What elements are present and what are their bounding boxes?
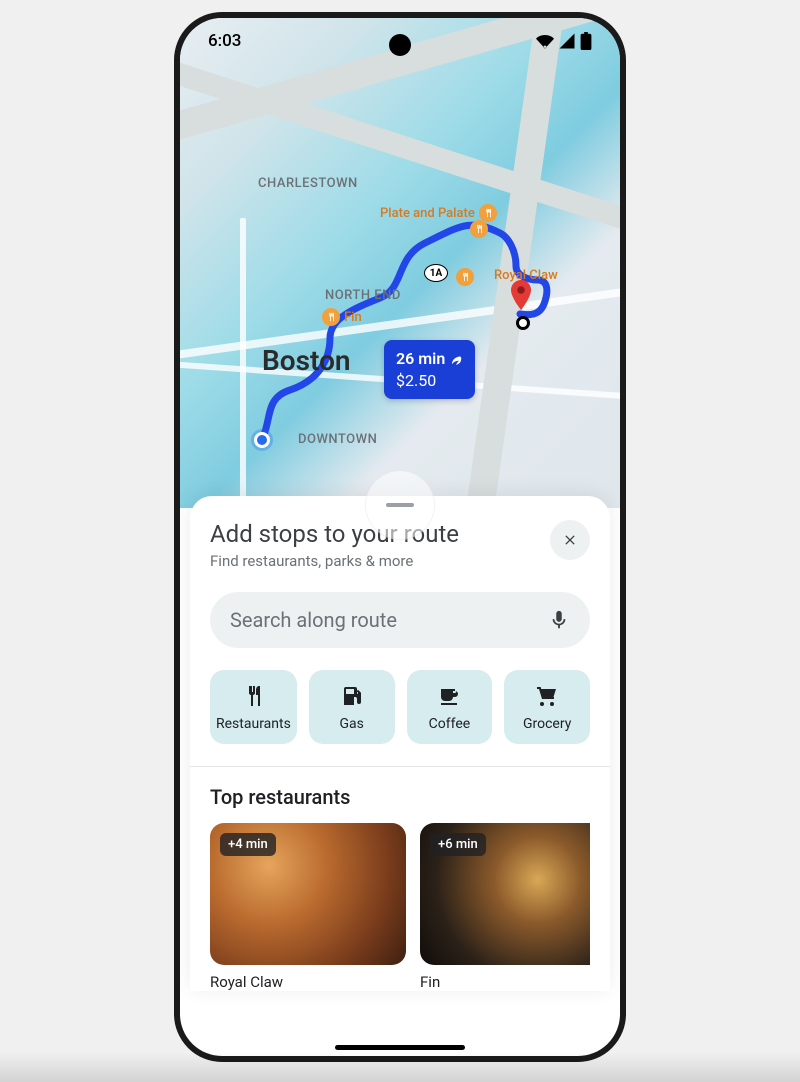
- route-info-card[interactable]: 26 min $2.50: [384, 340, 475, 399]
- camera-cutout: [389, 34, 411, 56]
- search-along-route-input[interactable]: Search along route: [210, 592, 590, 648]
- map-label-charlestown: CHARLESTOWN: [258, 176, 358, 191]
- category-coffee[interactable]: Coffee: [407, 670, 493, 744]
- home-indicator[interactable]: [335, 1045, 465, 1050]
- restaurant-card[interactable]: +6 min Fin: [420, 823, 590, 991]
- divider: [190, 766, 610, 767]
- restaurant-name: Fin: [420, 973, 590, 991]
- poi-label: Plate and Palate: [380, 206, 475, 221]
- map-view[interactable]: CHARLESTOWN NORTH END DOWNTOWN Boston 1A…: [180, 18, 620, 508]
- search-placeholder: Search along route: [230, 608, 397, 632]
- map-label-northend: NORTH END: [325, 288, 401, 303]
- route-destination-dot: [516, 316, 530, 330]
- destination-pin-icon: [506, 280, 536, 310]
- category-restaurants[interactable]: Restaurants: [210, 670, 297, 744]
- category-gas[interactable]: Gas: [309, 670, 395, 744]
- route-time: 26 min: [396, 348, 445, 370]
- highway-shield: 1A: [424, 264, 448, 282]
- category-label: Coffee: [429, 716, 471, 732]
- category-row: Restaurants Gas Coffee Grocery: [210, 670, 590, 744]
- restaurant-icon: [241, 684, 265, 708]
- bottom-shadow: [0, 1052, 800, 1082]
- map-label-downtown: DOWNTOWN: [298, 432, 377, 447]
- detour-badge: +4 min: [220, 833, 276, 856]
- category-grocery[interactable]: Grocery: [504, 670, 590, 744]
- cell-signal-icon: [558, 32, 576, 50]
- top-restaurants-title: Top restaurants: [210, 785, 590, 809]
- restaurant-poi-icon: [456, 268, 474, 286]
- sheet-subtitle: Find restaurants, parks & more: [210, 552, 459, 570]
- restaurant-poi-icon: [470, 220, 488, 238]
- microphone-icon[interactable]: [548, 609, 570, 631]
- route-line: [180, 18, 620, 508]
- map-city-label: Boston: [262, 344, 351, 377]
- grocery-icon: [535, 684, 559, 708]
- close-icon: [562, 532, 578, 548]
- restaurant-poi-icon: [322, 308, 340, 326]
- coffee-icon: [437, 684, 461, 708]
- phone-frame: 6:03 CHARLESTOWN NORTH END DOWNTOWN Bost…: [174, 12, 626, 1062]
- gas-icon: [340, 684, 364, 708]
- poi-near-route[interactable]: [456, 268, 474, 286]
- restaurant-name: Royal Claw: [210, 973, 406, 991]
- category-label: Gas: [339, 716, 363, 732]
- status-time: 6:03: [208, 31, 241, 51]
- top-restaurants-row[interactable]: +4 min Royal Claw +6 min Fin: [210, 823, 590, 991]
- battery-icon: [580, 32, 592, 50]
- category-label: Restaurants: [216, 716, 291, 732]
- add-stops-sheet[interactable]: Add stops to your route Find restaurants…: [190, 496, 610, 991]
- close-button[interactable]: [550, 520, 590, 560]
- wifi-icon: [536, 32, 554, 50]
- category-label: Grocery: [523, 716, 571, 732]
- restaurant-card[interactable]: +4 min Royal Claw: [210, 823, 406, 991]
- route-start-dot: [254, 432, 270, 448]
- leaf-icon: [449, 352, 463, 366]
- poi-fin[interactable]: Fin: [322, 308, 362, 326]
- sheet-handle[interactable]: [365, 470, 435, 540]
- poi-plate-palate-2[interactable]: [470, 220, 488, 238]
- route-cost: $2.50: [396, 370, 463, 392]
- poi-label: Fin: [344, 310, 362, 325]
- detour-badge: +6 min: [430, 833, 486, 856]
